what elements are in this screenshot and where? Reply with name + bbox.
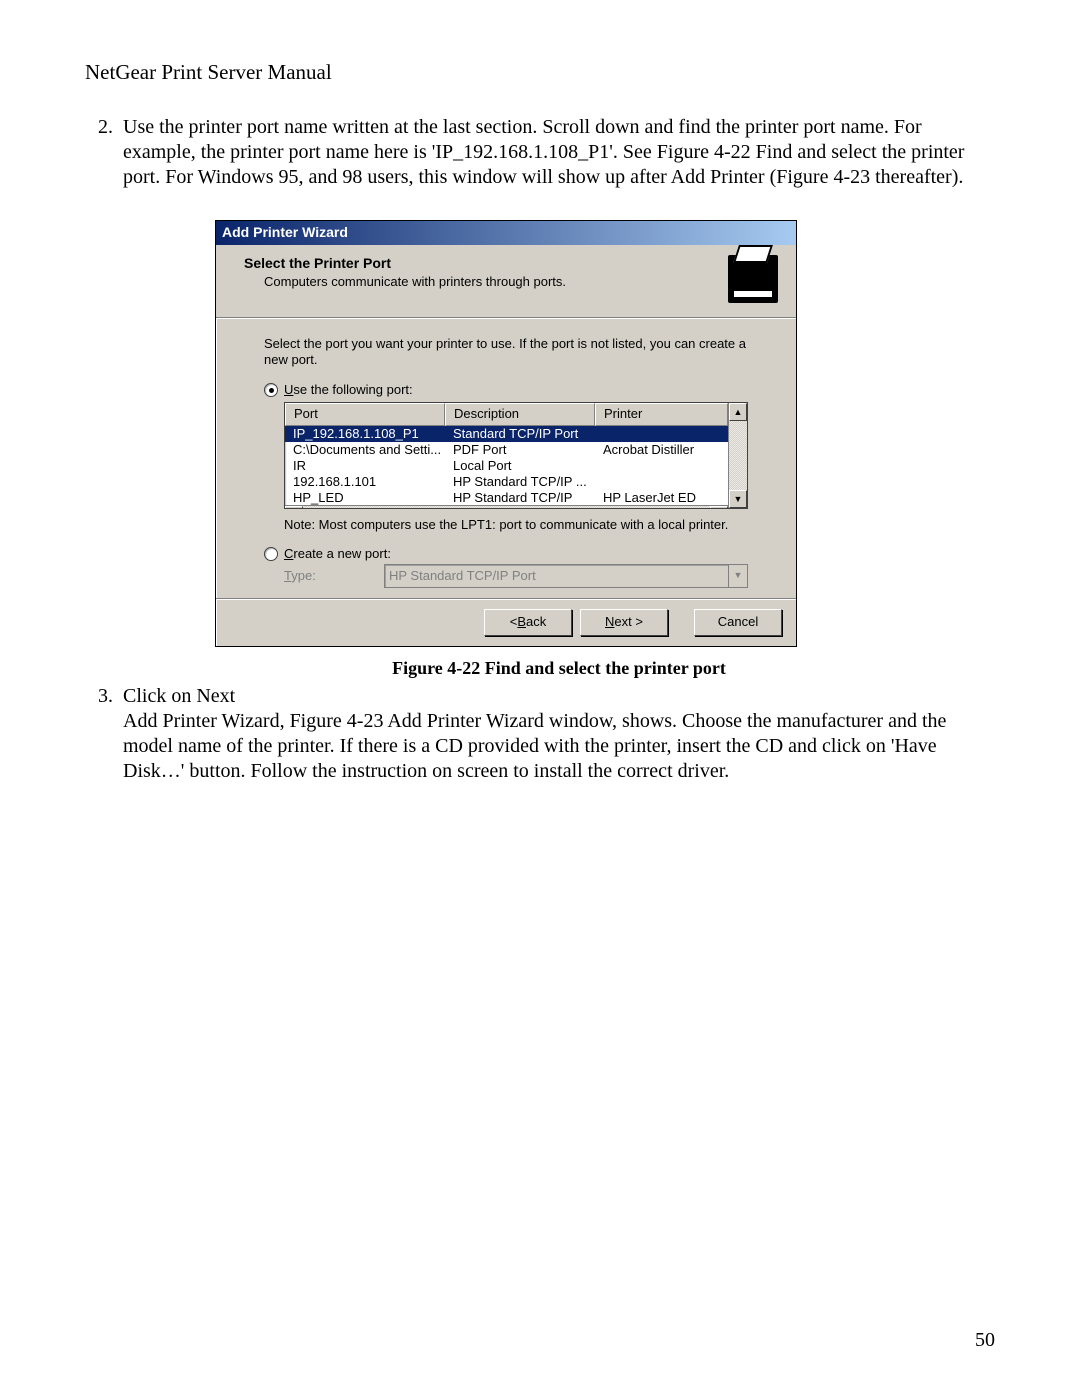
scroll-track[interactable]: [303, 506, 710, 509]
create-port-label: Create a new port:: [284, 546, 391, 562]
wizard-header: Select the Printer Port Computers commun…: [216, 245, 796, 318]
step-2: Use the printer port name written at the…: [118, 115, 995, 679]
radio-icon: [264, 383, 278, 397]
step-list: Use the printer port name written at the…: [85, 115, 995, 784]
port-listbox[interactable]: Port Description Printer IP_192.168.1.10…: [284, 402, 748, 509]
listbox-header[interactable]: Port Description Printer: [285, 403, 728, 425]
step-3: Click on Next Add Printer Wizard, Figure…: [118, 684, 995, 784]
cancel-button[interactable]: Cancel: [694, 609, 782, 636]
type-label: Type:: [284, 568, 374, 584]
listbox-content: Port Description Printer IP_192.168.1.10…: [285, 403, 728, 508]
wizard-footer: < Back Next > Cancel: [216, 598, 796, 646]
cell-port: HP_LED: [285, 491, 445, 505]
next-mnemonic: N: [605, 614, 614, 630]
scroll-right-icon[interactable]: ►: [710, 506, 728, 509]
create-new-port-radio[interactable]: Create a new port:: [264, 546, 748, 562]
next-button[interactable]: Next >: [580, 609, 668, 636]
combo-value: HP Standard TCP/IP Port: [389, 568, 536, 584]
cell-desc: HP Standard TCP/IP: [445, 491, 595, 505]
page-number: 50: [975, 1329, 995, 1352]
cell-printer: [595, 426, 728, 442]
cell-desc: Local Port: [445, 458, 595, 474]
port-row[interactable]: 192.168.1.101 HP Standard TCP/IP ...: [285, 474, 728, 490]
add-printer-wizard-dialog: Add Printer Wizard Select the Printer Po…: [215, 220, 797, 647]
scroll-track[interactable]: [729, 421, 747, 490]
port-row[interactable]: C:\Documents and Setti... PDF Port Acrob…: [285, 442, 728, 458]
cell-desc: PDF Port: [445, 442, 595, 458]
column-description[interactable]: Description: [445, 403, 595, 425]
step-3-text: Add Printer Wizard, Figure 4-23 Add Prin…: [123, 710, 946, 782]
cell-port: IR: [285, 458, 445, 474]
back-mnemonic: B: [517, 614, 526, 630]
vertical-scrollbar[interactable]: ▲ ▼: [728, 403, 747, 508]
figure-4-22: Add Printer Wizard Select the Printer Po…: [215, 220, 995, 647]
cell-printer: [595, 474, 728, 490]
port-type-combo: HP Standard TCP/IP Port ▼: [384, 564, 748, 588]
port-row[interactable]: IR Local Port: [285, 458, 728, 474]
chevron-down-icon: ▼: [728, 565, 747, 587]
wizard-header-subtitle: Computers communicate with printers thro…: [244, 272, 566, 290]
listbox-rows: IP_192.168.1.108_P1 Standard TCP/IP Port…: [285, 426, 728, 505]
use-following-port-radio[interactable]: Use the following port:: [264, 382, 748, 398]
cell-desc: HP Standard TCP/IP ...: [445, 474, 595, 490]
radio-icon: [264, 547, 278, 561]
dialog-titlebar: Add Printer Wizard: [216, 221, 796, 245]
wizard-body: Select the port you want your printer to…: [216, 318, 796, 598]
cell-printer: Acrobat Distiller: [595, 442, 728, 458]
scroll-left-icon[interactable]: ◄: [285, 506, 303, 509]
next-rest: ext >: [614, 614, 643, 630]
cell-desc: Standard TCP/IP Port: [445, 426, 595, 442]
port-row-selected[interactable]: IP_192.168.1.108_P1 Standard TCP/IP Port: [285, 426, 728, 442]
port-row[interactable]: HP_LED HP Standard TCP/IP HP LaserJet ED: [285, 491, 728, 505]
cell-port: IP_192.168.1.108_P1: [285, 426, 445, 442]
cell-port: C:\Documents and Setti...: [285, 442, 445, 458]
scroll-up-icon[interactable]: ▲: [729, 403, 747, 421]
port-type-row: Type: HP Standard TCP/IP Port ▼: [284, 564, 748, 588]
column-printer[interactable]: Printer: [595, 403, 728, 425]
wizard-header-text: Select the Printer Port Computers commun…: [244, 255, 566, 291]
back-button[interactable]: < Back: [484, 609, 572, 636]
wizard-header-title: Select the Printer Port: [244, 255, 566, 273]
figure-caption: Figure 4-22 Find and select the printer …: [123, 657, 995, 680]
instruction-text: Select the port you want your printer to…: [264, 336, 748, 369]
back-prefix: <: [510, 614, 518, 630]
use-port-label: Use the following port:: [284, 382, 413, 398]
cell-printer: [595, 458, 728, 474]
manual-page: NetGear Print Server Manual Use the prin…: [0, 0, 1080, 1397]
printer-icon: [728, 255, 778, 303]
cell-printer: HP LaserJet ED: [595, 491, 728, 505]
back-rest: ack: [526, 614, 546, 630]
cell-port: 192.168.1.101: [285, 474, 445, 490]
horizontal-scrollbar[interactable]: ◄ ►: [285, 505, 728, 509]
step-2-text: Use the printer port name written at the…: [123, 116, 964, 188]
lpt1-note: Note: Most computers use the LPT1: port …: [284, 517, 748, 533]
scroll-down-icon[interactable]: ▼: [729, 490, 747, 508]
step-3-lead: Click on Next: [123, 685, 235, 707]
column-port[interactable]: Port: [285, 403, 445, 425]
document-title: NetGear Print Server Manual: [85, 60, 995, 85]
